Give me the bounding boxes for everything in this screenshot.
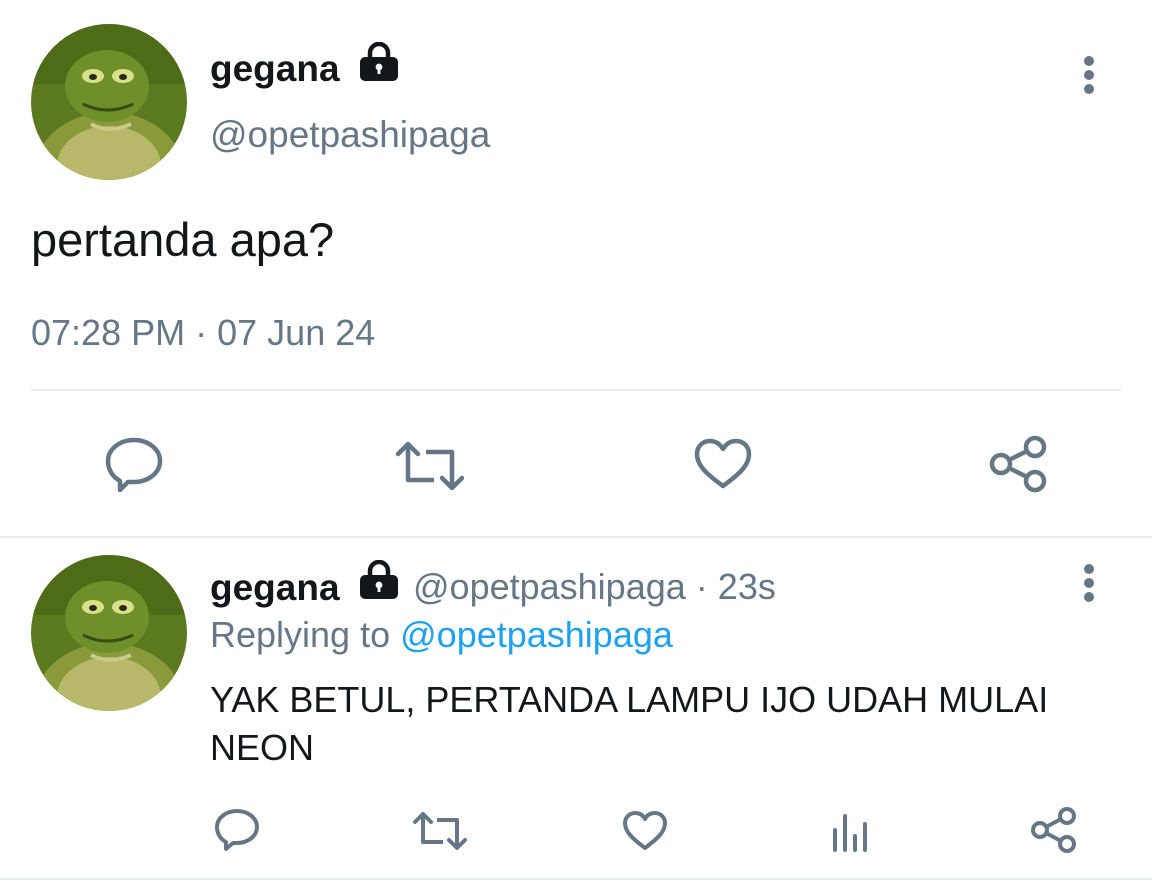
more-options-icon[interactable] — [1078, 55, 1100, 99]
like-icon[interactable] — [694, 438, 752, 490]
share-icon[interactable] — [1030, 806, 1078, 854]
reply-text: YAK BETUL, PERTANDA LAMPU IJO UDAH MULAI… — [210, 679, 1049, 768]
share-icon[interactable] — [988, 434, 1048, 494]
replying-to-label: Replying to — [210, 614, 391, 655]
divider — [31, 389, 1121, 391]
tweet-timestamp[interactable]: 07:28 PM · 07 Jun 24 — [31, 315, 375, 351]
reply-display-name[interactable]: gegana — [210, 569, 340, 606]
avatar[interactable] — [31, 24, 187, 180]
display-name[interactable]: gegana — [210, 50, 340, 87]
divider — [0, 878, 1152, 880]
retweet-icon[interactable] — [413, 812, 467, 850]
separator: · — [695, 566, 708, 607]
tweet-date: 07 Jun 24 — [217, 312, 376, 353]
reply-icon[interactable] — [104, 436, 164, 492]
reply-icon[interactable] — [214, 808, 260, 852]
more-options-icon[interactable] — [1078, 563, 1100, 607]
analytics-icon[interactable] — [830, 812, 870, 852]
lock-icon — [358, 42, 400, 82]
like-icon[interactable] — [622, 810, 668, 852]
tweet-time: 07:28 PM — [31, 312, 186, 353]
replying-to-handle-link[interactable]: @opetpashipaga — [400, 614, 673, 655]
reply-user-handle[interactable]: @opetpashipaga — [413, 566, 686, 607]
retweet-icon[interactable] — [396, 442, 464, 490]
user-handle[interactable]: @opetpashipaga — [210, 116, 490, 153]
reply-age[interactable]: 23s — [718, 566, 776, 607]
tweet-text: pertanda apa? — [31, 213, 335, 266]
separator: · — [195, 312, 208, 353]
replying-to: Replying to @opetpashipaga — [210, 617, 673, 653]
reply-meta: @opetpashipaga · 23s — [413, 569, 776, 605]
reply-avatar[interactable] — [31, 555, 187, 711]
lock-icon — [358, 560, 400, 600]
divider — [0, 536, 1152, 538]
